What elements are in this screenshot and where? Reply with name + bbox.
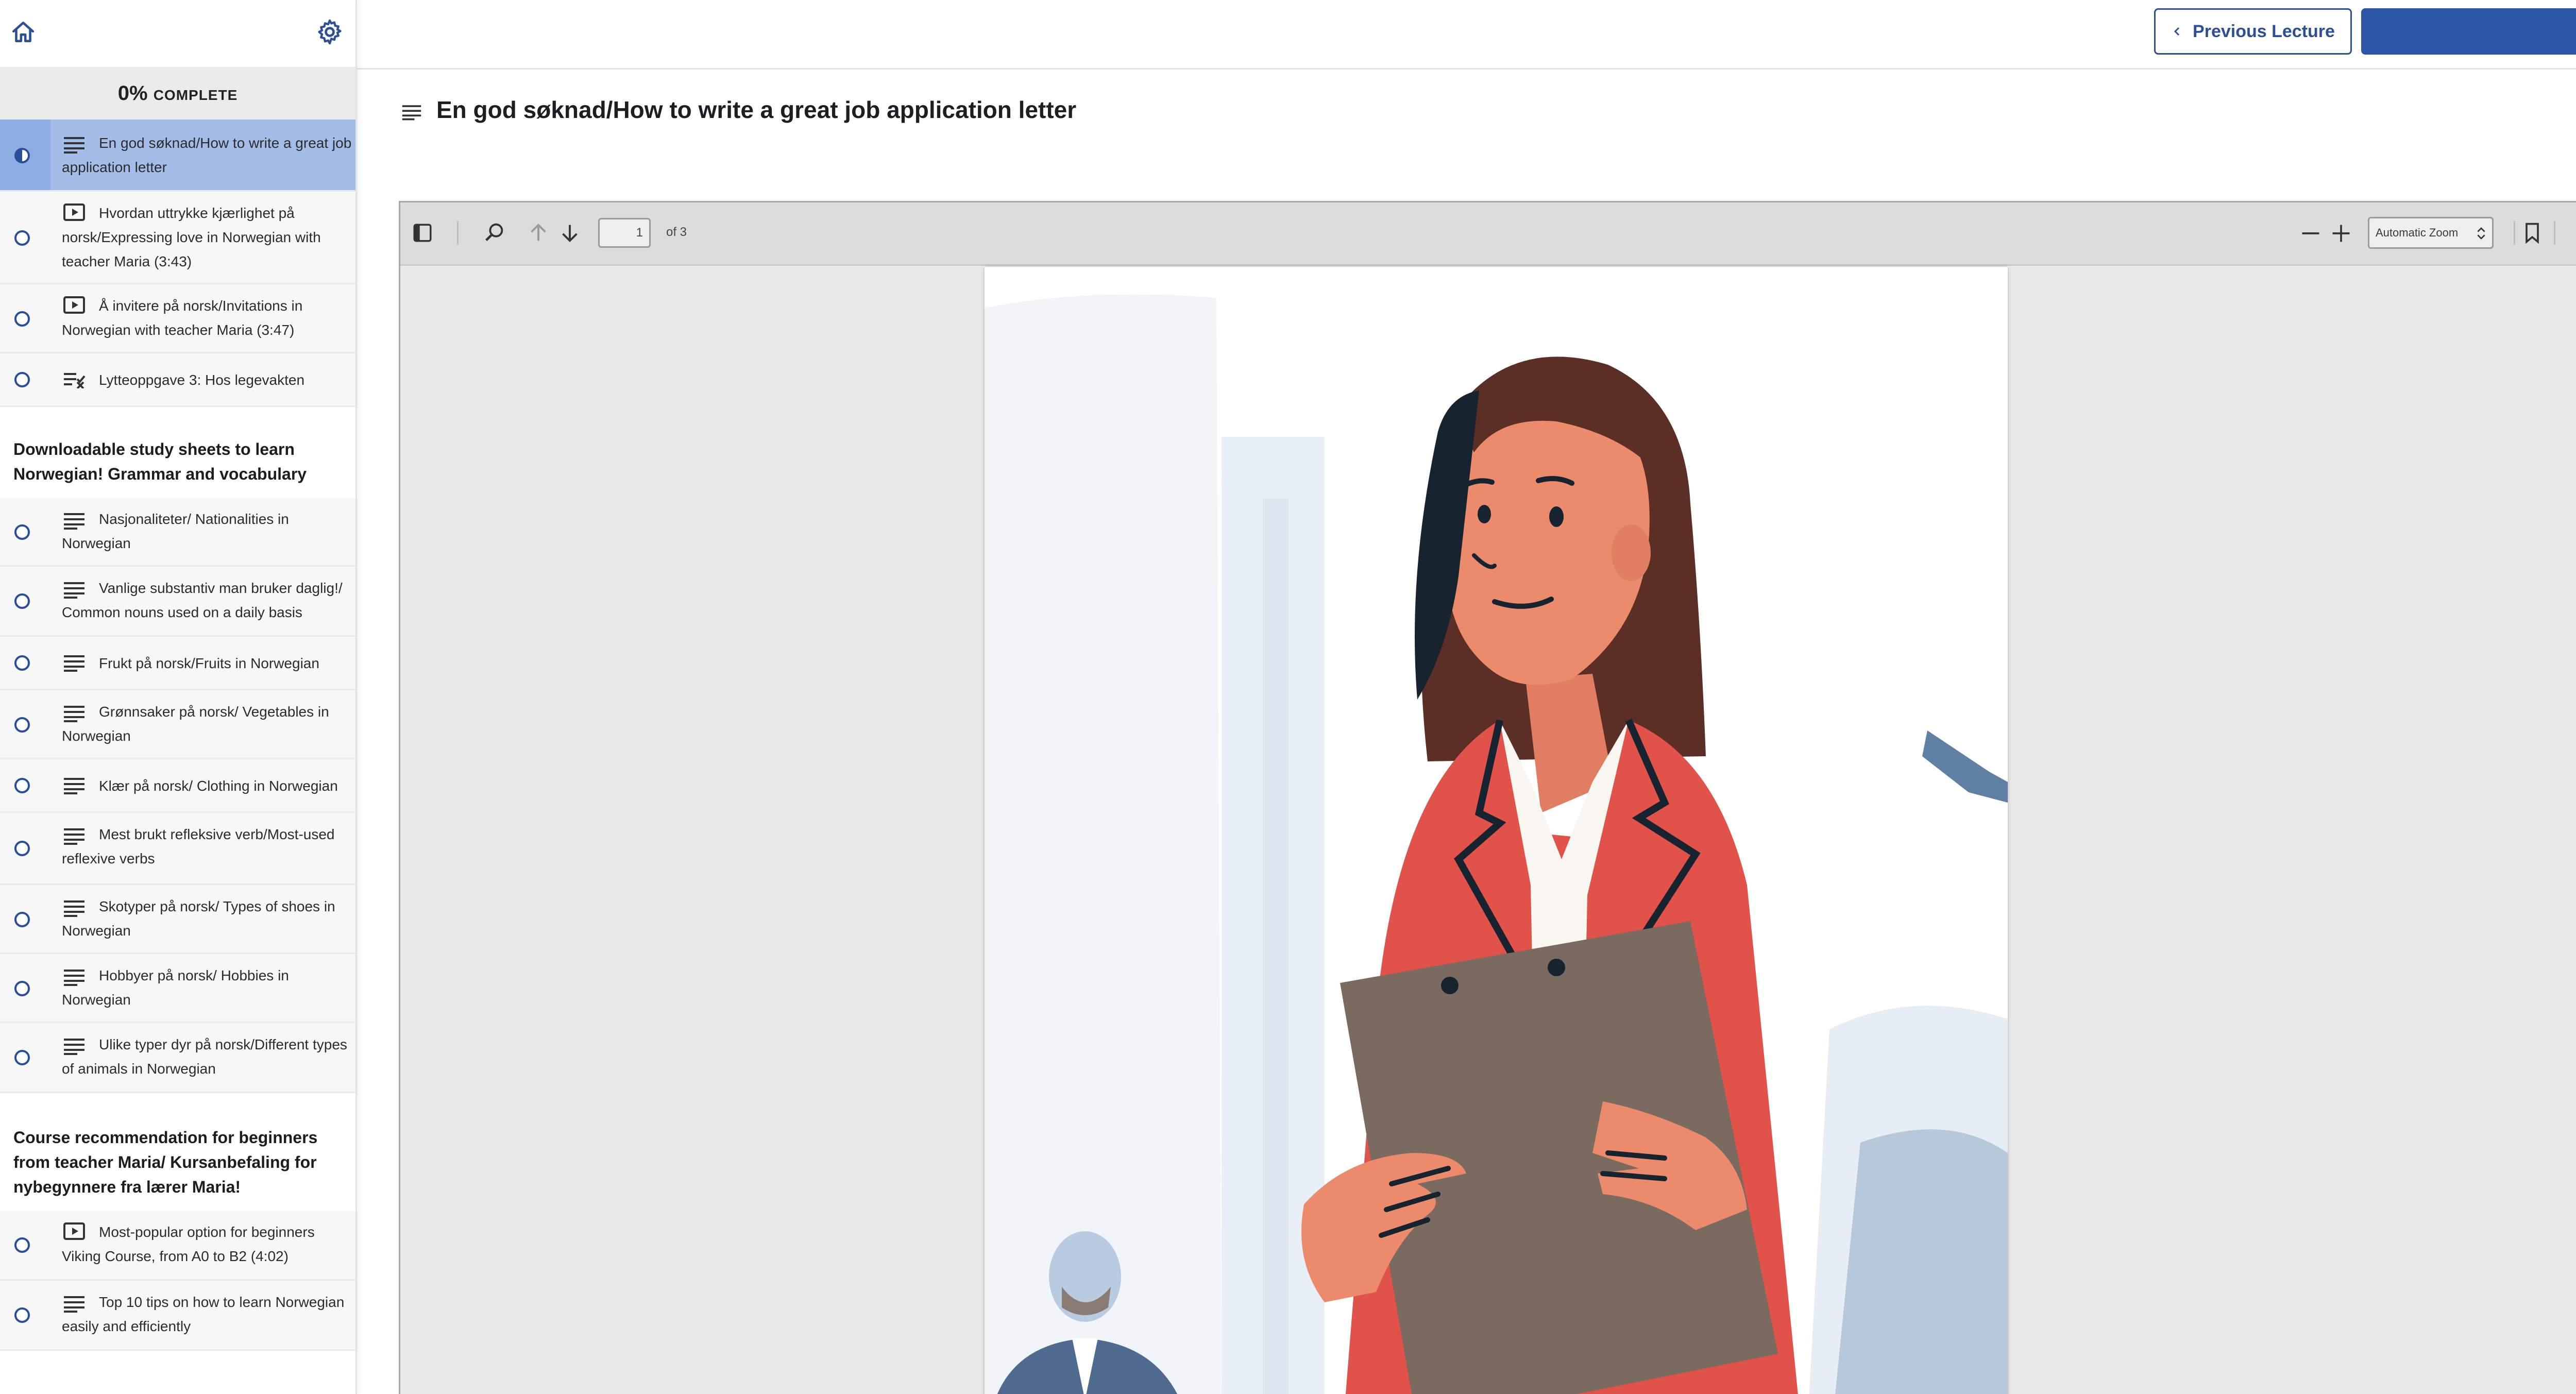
- zoom-select-value: Automatic Zoom: [2376, 226, 2459, 239]
- zoom-select[interactable]: Automatic Zoom: [2368, 217, 2494, 249]
- pdf-viewer: 1 of 3 Automatic Zoom: [399, 201, 2576, 1394]
- lesson-title: Hvordan uttrykke kjærlighet på norsk/Exp…: [62, 205, 321, 269]
- lesson-title: Vanlige substantiv man bruker daglig!/ C…: [62, 580, 343, 620]
- zoom-out-icon[interactable]: [2299, 222, 2322, 245]
- incomplete-circle-icon: [14, 311, 30, 327]
- incomplete-circle-icon: [14, 524, 30, 540]
- lesson-item[interactable]: Lytteoppgave 3: Hos legevakten: [0, 353, 355, 407]
- lesson-title: Lytteoppgave 3: Hos legevakten: [99, 372, 305, 388]
- section-title: Downloadable study sheets to learn Norwe…: [13, 440, 307, 483]
- toolbar-divider: [2514, 221, 2515, 245]
- more-options-icon[interactable]: [2571, 221, 2576, 245]
- lesson-title: Mest brukt refleksive verb/Most-used ref…: [62, 826, 335, 866]
- lesson-item[interactable]: Å invitere på norsk/Invitations in Norwe…: [0, 284, 355, 353]
- lesson-item[interactable]: Most-popular option for beginners Viking…: [0, 1211, 355, 1281]
- course-sidebar: 0% COMPLETE En god søknad/How to write a…: [0, 0, 357, 1394]
- previous-lecture-label: Previous Lecture: [2193, 21, 2335, 41]
- search-icon[interactable]: [483, 221, 506, 245]
- lesson-item[interactable]: Grønnsaker på norsk/ Vegetables in Norwe…: [0, 690, 355, 759]
- lesson-title: Hobbyer på norsk/ Hobbies in Norwegian: [62, 967, 289, 1008]
- lesson-title: Klær på norsk/ Clothing in Norwegian: [99, 778, 338, 794]
- incomplete-circle-icon: [14, 841, 30, 856]
- incomplete-circle-icon: [14, 1237, 30, 1253]
- page-count-label: of 3: [666, 225, 687, 239]
- lesson-item[interactable]: Hvordan uttrykke kjærlighet på norsk/Exp…: [0, 192, 355, 284]
- course-progress: 0% COMPLETE: [0, 67, 355, 120]
- lesson-title: Ulike typer dyr på norsk/Different types…: [62, 1036, 347, 1077]
- lecture-topbar: Previous Lecture: [355, 0, 2576, 70]
- section-title: Course recommendation for beginners from…: [13, 1128, 318, 1196]
- incomplete-circle-icon: [14, 1050, 30, 1065]
- incomplete-circle-icon: [14, 717, 30, 733]
- pdf-toolbar: 1 of 3 Automatic Zoom: [400, 202, 2576, 266]
- next-page-icon[interactable]: [558, 221, 582, 245]
- text-lecture-icon: [402, 105, 421, 121]
- lesson-item[interactable]: Hobbyer på norsk/ Hobbies in Norwegian: [0, 954, 355, 1023]
- progress-half-circle-icon: [14, 148, 30, 163]
- sidebar-toggle-icon[interactable]: [412, 222, 433, 244]
- incomplete-circle-icon: [14, 655, 30, 671]
- progress-label: COMPLETE: [153, 87, 238, 103]
- sidebar-header: [0, 0, 355, 67]
- next-lecture-button[interactable]: [2361, 8, 2576, 55]
- lesson-item[interactable]: Top 10 tips on how to learn Norwegian ea…: [0, 1281, 355, 1351]
- lesson-title: Å invitere på norsk/Invitations in Norwe…: [62, 298, 303, 338]
- zoom-in-icon[interactable]: [2330, 222, 2352, 245]
- lesson-title: Frukt på norsk/Fruits in Norwegian: [99, 655, 319, 671]
- lesson-title: En god søknad/How to write a great job a…: [62, 135, 352, 175]
- lesson-item[interactable]: Ulike typer dyr på norsk/Different types…: [0, 1023, 355, 1093]
- pdf-page: [985, 267, 2008, 1394]
- toolbar-divider: [2554, 221, 2555, 245]
- page-number-input[interactable]: 1: [598, 218, 651, 248]
- incomplete-circle-icon: [14, 778, 30, 793]
- lesson-item[interactable]: Mest brukt refleksive verb/Most-used ref…: [0, 813, 355, 885]
- businesswoman-with-clipboard-illustration: [985, 267, 2008, 1394]
- incomplete-circle-icon: [14, 912, 30, 927]
- previous-page-icon[interactable]: [527, 221, 550, 245]
- progress-percent: 0%: [117, 82, 148, 105]
- incomplete-circle-icon: [14, 593, 30, 609]
- select-arrows-icon: [2477, 227, 2485, 240]
- home-icon[interactable]: [10, 20, 36, 45]
- incomplete-circle-icon: [14, 981, 30, 996]
- lesson-item[interactable]: Frukt på norsk/Fruits in Norwegian: [0, 637, 355, 690]
- incomplete-circle-icon: [14, 1307, 30, 1323]
- lesson-item[interactable]: Vanlige substantiv man bruker daglig!/ C…: [0, 567, 355, 637]
- chevron-left-icon: [2174, 27, 2180, 36]
- incomplete-circle-icon: [14, 372, 30, 387]
- incomplete-circle-icon: [14, 230, 30, 246]
- lesson-title: Skotyper på norsk/ Types of shoes in Nor…: [62, 898, 335, 939]
- lesson-title: Top 10 tips on how to learn Norwegian ea…: [62, 1294, 345, 1334]
- lesson-item-active[interactable]: En god søknad/How to write a great job a…: [0, 120, 355, 192]
- lesson-item[interactable]: Nasjonaliteter/ Nationalities in Norwegi…: [0, 498, 355, 567]
- lesson-title: Most-popular option for beginners Viking…: [62, 1224, 315, 1264]
- lesson-title: Grønnsaker på norsk/ Vegetables in Norwe…: [62, 704, 329, 744]
- lesson-title: Nasjonaliteter/ Nationalities in Norwegi…: [62, 511, 289, 551]
- lecture-title: En god søknad/How to write a great job a…: [436, 96, 1077, 123]
- bookmark-icon[interactable]: [2521, 221, 2544, 245]
- lesson-item[interactable]: Skotyper på norsk/ Types of shoes in Nor…: [0, 885, 355, 954]
- settings-gear-icon[interactable]: [315, 18, 344, 46]
- lesson-item[interactable]: Klær på norsk/ Clothing in Norwegian: [0, 759, 355, 813]
- previous-lecture-button[interactable]: Previous Lecture: [2154, 8, 2352, 55]
- toolbar-divider: [457, 221, 459, 245]
